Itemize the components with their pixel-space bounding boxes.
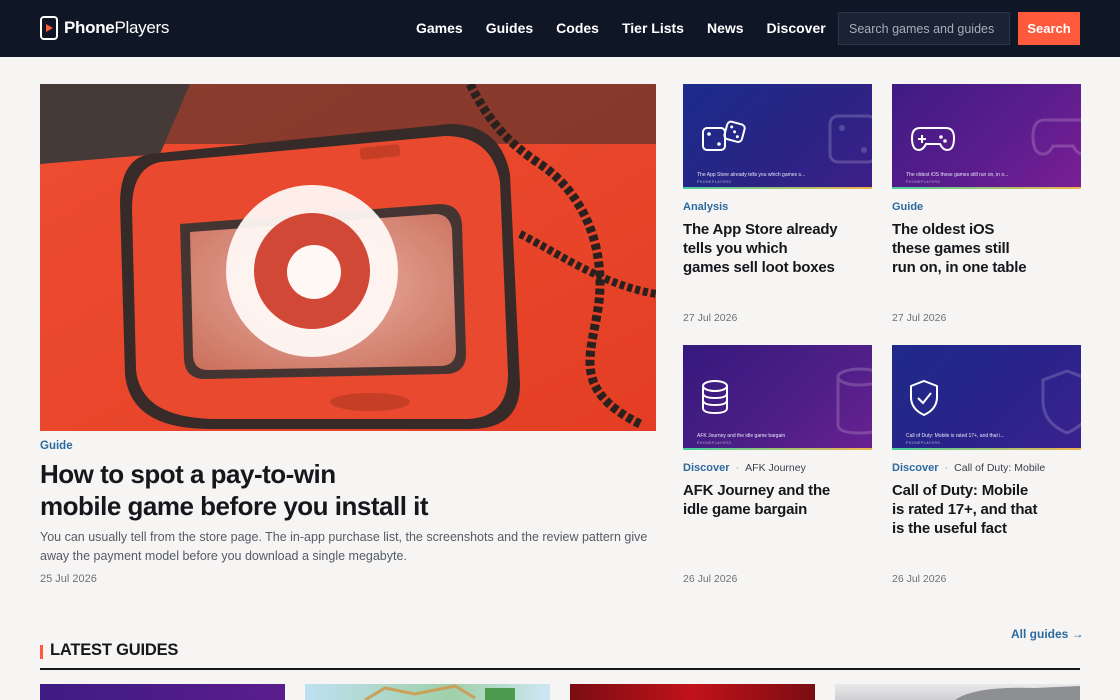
card-title[interactable]: The oldest iOS these games still run on,… [892,220,1062,277]
article-card[interactable]: The App Store already tells you which ga… [683,84,872,324]
gamepad-icon [910,127,956,152]
nav-tier-lists[interactable]: Tier Lists [622,20,684,36]
dice-icon [702,120,746,151]
card-date: 27 Jul 2026 [892,312,947,324]
guide-thumbnail[interactable] [40,684,285,700]
card-title[interactable]: AFK Journey and the idle game bargain [683,481,853,519]
latest-guides-heading: LATEST GUIDES [50,641,179,659]
image-caption: The App Store already tells you which ga… [697,172,806,178]
nav-games[interactable]: Games [416,20,463,36]
image-caption: The oldest iOS these games still run on,… [906,172,1009,178]
hero-description: You can usually tell from the store page… [40,530,648,563]
article-card[interactable]: Call of Duty: Mobile is rated 17+, and t… [892,345,1081,585]
gamepad-icon [1031,118,1081,156]
article-card[interactable]: The oldest iOS these games still run on,… [892,84,1081,324]
image-brand: PHONEPLAYERS [697,180,732,184]
nav-codes[interactable]: Codes [556,20,599,36]
search-input[interactable] [838,12,1010,45]
hero-category[interactable]: Guide [40,440,73,452]
nav-news[interactable]: News [707,20,744,36]
dice-icon [828,114,872,164]
card-date: 26 Jul 2026 [892,573,947,585]
brand-name: PhonePlayers [64,18,170,37]
nav-discover[interactable]: Discover [767,20,826,36]
card-title[interactable]: The App Store already tells you which ga… [683,220,853,277]
section-accent-bar [40,645,43,659]
card-game-tag[interactable]: AFK Journey [745,462,806,474]
site-header: PhonePlayers Games Guides Codes Tier Lis… [0,0,1120,57]
card-image[interactable]: AFK Journey and the idle game bargain PH… [683,345,872,450]
card-image[interactable]: The App Store already tells you which ga… [683,84,872,189]
guide-thumbnail[interactable] [835,684,1080,700]
image-brand: PHONEPLAYERS [906,180,941,184]
search-button[interactable]: Search [1018,12,1080,45]
card-image[interactable]: The oldest iOS these games still run on,… [892,84,1081,189]
coins-icon [836,367,872,435]
card-category[interactable]: Guide [892,201,923,213]
image-brand: PHONEPLAYERS [697,441,732,445]
main-nav: Games Guides Codes Tier Lists News Disco… [416,20,849,36]
card-meta: Discover · AFK Journey [683,462,806,474]
hero-image[interactable] [40,84,656,431]
image-brand: PHONEPLAYERS [906,441,941,445]
card-date: 26 Jul 2026 [683,573,738,585]
guide-thumbnail[interactable] [305,684,550,700]
nav-guides[interactable]: Guides [486,20,533,36]
card-meta: Discover · Call of Duty: Mobile [892,462,1046,474]
image-caption: Call of Duty: Mobile is rated 17+, and t… [906,433,1005,439]
site-logo[interactable]: PhonePlayers [40,16,169,40]
hero-date: 25 Jul 2026 [40,573,97,585]
card-category[interactable]: Analysis [683,201,728,213]
card-category[interactable]: Discover [683,462,729,474]
card-reader-photo [40,84,656,431]
image-caption: AFK Journey and the idle game bargain [697,433,786,439]
hero-title[interactable]: How to spot a pay-to-win mobile game bef… [40,458,640,522]
shield-check-icon [910,379,938,417]
card-game-tag[interactable]: Call of Duty: Mobile [954,462,1045,474]
section-divider [40,668,1080,670]
card-image[interactable]: Call of Duty: Mobile is rated 17+, and t… [892,345,1081,450]
card-category[interactable]: Discover [892,462,938,474]
coins-icon [702,380,728,415]
card-date: 27 Jul 2026 [683,312,738,324]
phone-play-icon [40,16,58,40]
all-guides-link[interactable]: All guides → [1011,627,1084,641]
card-meta: Guide [892,200,1081,214]
card-title[interactable]: Call of Duty: Mobile is rated 17+, and t… [892,481,1062,538]
guide-thumbnail[interactable] [570,684,815,700]
card-meta: Analysis [683,200,872,214]
shield-check-icon [1041,369,1081,435]
article-card[interactable]: AFK Journey and the idle game bargain PH… [683,345,872,585]
